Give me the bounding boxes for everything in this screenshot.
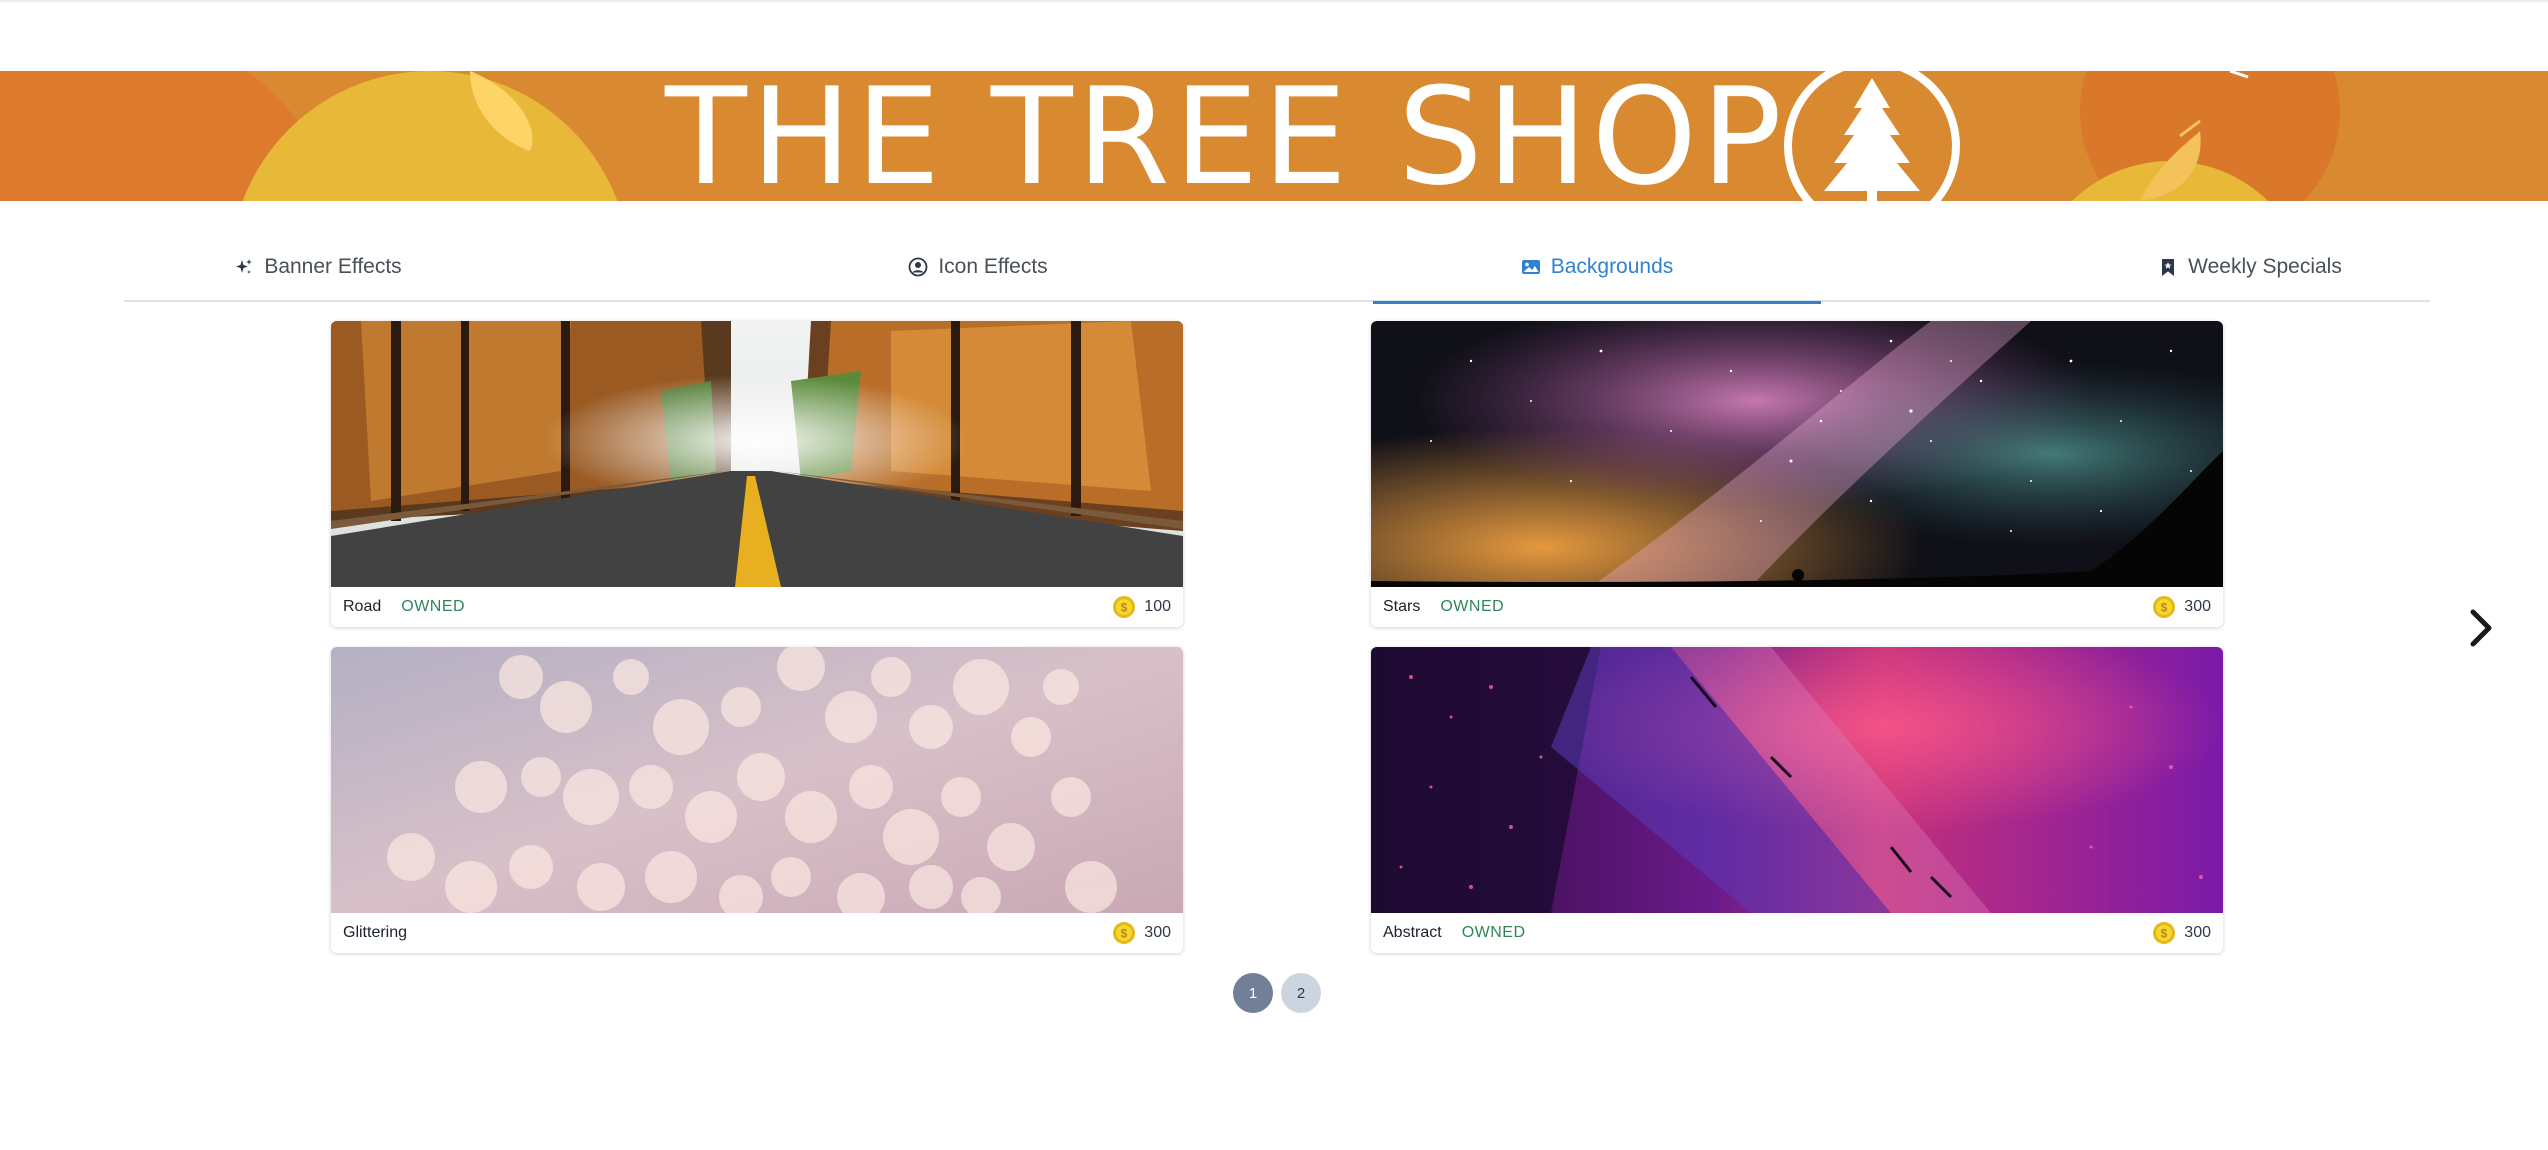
- svg-text:$: $: [1121, 601, 1128, 615]
- shop-banner: THE TREE SHOP: [0, 71, 2548, 201]
- item-card-glittering[interactable]: Glittering $ 300: [331, 647, 1183, 953]
- item-footer: Glittering $ 300: [331, 913, 1183, 953]
- item-name: Stars: [1383, 598, 1421, 615]
- pagination: 1 2: [1233, 973, 1321, 1013]
- owned-badge: OWNED: [1461, 924, 1526, 941]
- bookmark-icon: [2162, 259, 2175, 276]
- sparkles-icon: [236, 259, 253, 274]
- item-name: Glittering: [343, 924, 408, 941]
- item-name: Abstract: [1383, 924, 1442, 941]
- tab-banner-effects[interactable]: Banner Effects: [228, 232, 408, 302]
- item-price: $ 300: [2152, 595, 2211, 619]
- item-price: $ 300: [2152, 921, 2211, 945]
- item-name: Road: [343, 598, 382, 615]
- svg-text:$: $: [1121, 927, 1128, 941]
- tab-label: Banner Effects: [264, 255, 402, 278]
- milky-way-image: [1371, 321, 2223, 587]
- item-card-abstract[interactable]: Abstract OWNED $ 300: [1371, 647, 2223, 953]
- image-icon: [1521, 260, 1540, 274]
- owned-badge: OWNED: [1440, 598, 1505, 615]
- coin-icon: $: [2153, 922, 2176, 944]
- tab-label: Icon Effects: [938, 255, 1048, 278]
- coin-icon: $: [1113, 922, 1136, 944]
- tree-logo-icon: [1784, 71, 1960, 201]
- item-card-road[interactable]: Road OWNED $ 100: [331, 321, 1183, 627]
- item-card-stars[interactable]: Stars OWNED $ 300: [1371, 321, 2223, 627]
- top-bar: [0, 0, 2548, 71]
- page-2-button[interactable]: 2: [1281, 973, 1321, 1013]
- banner-title: THE TREE SHOP: [665, 71, 1786, 201]
- bokeh-image: [331, 647, 1183, 913]
- tab-backgrounds[interactable]: Backgrounds: [1373, 232, 1821, 304]
- tab-weekly-specials[interactable]: Weekly Specials: [2150, 232, 2350, 302]
- autumn-road-image: [331, 321, 1183, 587]
- tab-icon-effects[interactable]: Icon Effects: [883, 232, 1073, 302]
- coin-icon: $: [2153, 596, 2176, 618]
- shop-tabs: Banner Effects Icon Effects Backgrounds …: [124, 232, 2430, 304]
- item-price: $ 300: [1112, 921, 1171, 945]
- user-circle-icon: [908, 257, 928, 277]
- chevron-right-icon[interactable]: [2466, 606, 2496, 650]
- svg-text:$: $: [2161, 927, 2168, 941]
- abstract-purple-image: [1371, 647, 2223, 913]
- item-footer: Abstract OWNED $ 300: [1371, 913, 2223, 953]
- price-value: 300: [2184, 598, 2211, 615]
- owned-badge: OWNED: [401, 598, 466, 615]
- coin-icon: $: [1113, 596, 1136, 618]
- svg-text:$: $: [2161, 601, 2168, 615]
- tab-label: Backgrounds: [1550, 255, 1674, 278]
- tab-label: Weekly Specials: [2188, 255, 2342, 278]
- page-1-button[interactable]: 1: [1233, 973, 1273, 1013]
- price-value: 300: [1144, 924, 1171, 941]
- item-price: $ 100: [1112, 595, 1171, 619]
- item-footer: Road OWNED $ 100: [331, 587, 1183, 627]
- price-value: 100: [1144, 598, 1171, 615]
- item-footer: Stars OWNED $ 300: [1371, 587, 2223, 627]
- price-value: 300: [2184, 924, 2211, 941]
